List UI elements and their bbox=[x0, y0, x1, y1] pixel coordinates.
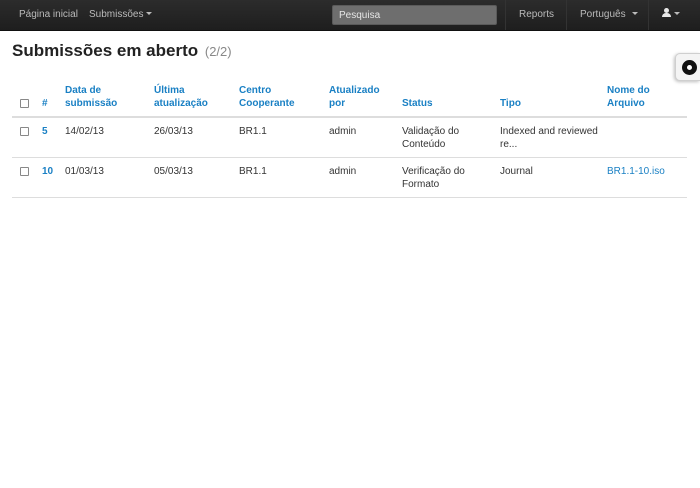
header-line: Nome do bbox=[607, 85, 650, 96]
row-select-cell bbox=[12, 157, 42, 198]
nav-divider bbox=[505, 0, 506, 30]
status-cell: Verificação do Formato bbox=[402, 157, 500, 198]
updated-by-cell: admin bbox=[329, 117, 402, 158]
row-checkbox[interactable] bbox=[20, 167, 29, 176]
column-header-file-name[interactable]: Nome do Arquivo bbox=[607, 81, 687, 118]
status-line: Conteúdo bbox=[402, 139, 446, 150]
column-header-id[interactable]: # bbox=[42, 81, 65, 118]
type-line: Journal bbox=[500, 166, 533, 177]
nav-divider bbox=[648, 0, 649, 30]
table-row: 10 01/03/13 05/03/13 BR1.1 admin Verific… bbox=[12, 157, 687, 198]
file-name-cell: BR1.1-10.iso bbox=[607, 157, 687, 198]
last-update-cell: 26/03/13 bbox=[154, 117, 239, 158]
center-cell: BR1.1 bbox=[239, 157, 329, 198]
submission-id-cell: 5 bbox=[42, 117, 65, 158]
nav-reports-link[interactable]: Reports bbox=[519, 0, 554, 30]
header-line: Atualizado bbox=[329, 85, 380, 96]
updated-by-cell: admin bbox=[329, 157, 402, 198]
column-header-last-update[interactable]: Última atualização bbox=[154, 81, 239, 118]
header-line: Centro bbox=[239, 85, 272, 96]
target-icon bbox=[682, 60, 697, 75]
user-icon bbox=[662, 8, 671, 18]
header-line: Arquivo bbox=[607, 98, 645, 109]
submissions-table: # Data de submissão Última atualização Cen… bbox=[12, 81, 687, 198]
top-navbar: Página inicial Submissões Reports Portug… bbox=[0, 0, 700, 31]
nav-submissions-label: Submissões bbox=[89, 9, 144, 20]
chevron-down-icon bbox=[674, 11, 680, 15]
column-header-center[interactable]: Centro Cooperante bbox=[239, 81, 329, 118]
select-all-checkbox[interactable] bbox=[20, 99, 29, 108]
submission-date-cell: 14/02/13 bbox=[65, 117, 154, 158]
submission-id-cell: 10 bbox=[42, 157, 65, 198]
status-line: Validação do bbox=[402, 126, 460, 137]
header-line: Última bbox=[154, 85, 185, 96]
header-line: por bbox=[329, 98, 346, 109]
chevron-down-icon bbox=[631, 11, 638, 15]
select-all-cell bbox=[12, 81, 42, 118]
user-menu[interactable] bbox=[662, 0, 680, 30]
column-header-updated-by[interactable]: Atualizado por bbox=[329, 81, 402, 118]
status-line: Verificação do bbox=[402, 166, 465, 177]
type-cell: Indexed and reviewed re... bbox=[500, 117, 607, 158]
submission-count: (2/2) bbox=[204, 44, 232, 59]
table-row: 5 14/02/13 26/03/13 BR1.1 admin Validaçã… bbox=[12, 117, 687, 158]
status-line: Formato bbox=[402, 179, 440, 190]
submission-id-link[interactable]: 10 bbox=[42, 166, 53, 177]
column-header-submission-date[interactable]: Data de submissão bbox=[65, 81, 154, 118]
header-line: Data de bbox=[65, 85, 102, 96]
language-menu[interactable]: Português bbox=[580, 0, 638, 30]
nav-home-link[interactable]: Página inicial bbox=[19, 0, 78, 30]
header-line: atualização bbox=[154, 98, 208, 109]
page-title: Submissões em aberto (2/2) bbox=[12, 41, 232, 61]
page-title-text: Submissões em aberto bbox=[12, 41, 199, 60]
file-name-cell bbox=[607, 117, 687, 158]
column-header-type[interactable]: Tipo bbox=[500, 81, 607, 118]
last-update-cell: 05/03/13 bbox=[154, 157, 239, 198]
type-line: re... bbox=[500, 139, 518, 150]
status-cell: Validação do Conteúdo bbox=[402, 117, 500, 158]
header-line: Cooperante bbox=[239, 98, 295, 109]
type-cell: Journal bbox=[500, 157, 607, 198]
table-header-row: # Data de submissão Última atualização Cen… bbox=[12, 81, 687, 118]
search-input[interactable] bbox=[332, 5, 497, 25]
nav-divider bbox=[566, 0, 567, 30]
chevron-down-icon bbox=[146, 11, 153, 15]
submission-id-link[interactable]: 5 bbox=[42, 126, 48, 137]
row-select-cell bbox=[12, 117, 42, 158]
file-link[interactable]: BR1.1-10.iso bbox=[607, 166, 665, 177]
column-header-status[interactable]: Status bbox=[402, 81, 500, 118]
type-line: Indexed and reviewed bbox=[500, 126, 598, 137]
nav-submissions-menu[interactable]: Submissões bbox=[89, 0, 153, 30]
submission-date-cell: 01/03/13 bbox=[65, 157, 154, 198]
header-line: submissão bbox=[65, 98, 118, 109]
language-label: Português bbox=[580, 9, 626, 20]
center-cell: BR1.1 bbox=[239, 117, 329, 158]
side-panel-toggle[interactable] bbox=[675, 53, 700, 81]
row-checkbox[interactable] bbox=[20, 127, 29, 136]
